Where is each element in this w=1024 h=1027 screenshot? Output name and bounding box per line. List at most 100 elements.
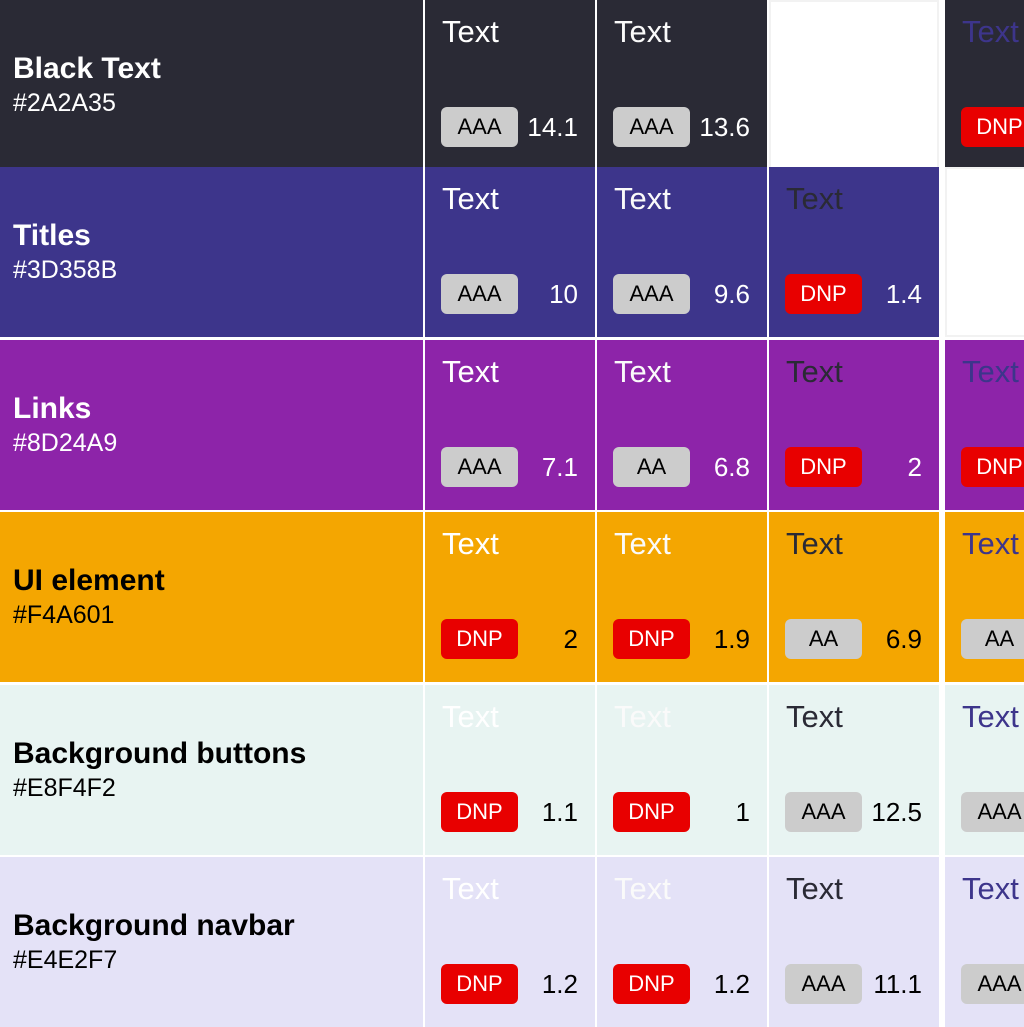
sample-text: Text xyxy=(442,181,499,216)
color-name: Background navbar xyxy=(13,909,295,942)
color-row: Links #8D24A9 Text AAA 7.1 Text AA 6.8 Text DNP 2 T… xyxy=(0,340,1024,510)
contrast-ratio: 11.1 xyxy=(873,969,922,999)
color-label-cell: UI element #F4A601 xyxy=(0,512,423,682)
color-row: UI element #F4A601 Text DNP 2 Text DNP 1.9 Text A… xyxy=(0,512,1024,682)
contrast-ratio: 1.1 xyxy=(541,797,578,827)
contrast-cell: Text DNP 1.9 xyxy=(597,512,767,682)
contrast-cell: Text AAA 12.5 xyxy=(769,685,939,855)
sample-text: Text xyxy=(442,699,499,734)
sample-text: Text xyxy=(614,699,671,734)
contrast-matrix: Black Text #2A2A35 Text AAA 14.1 Text AAA 13.6 T… xyxy=(0,0,1024,1027)
sample-text: Text xyxy=(786,354,843,389)
sample-text: Text xyxy=(442,871,499,906)
sample-text: Text xyxy=(962,699,1019,734)
contrast-cell: Text AAA 9.6 xyxy=(597,167,767,337)
sample-text: Text xyxy=(614,526,671,561)
rating-badge: DNP xyxy=(961,107,1024,147)
contrast-cell: Text DNP 1.1 xyxy=(425,685,595,855)
color-hex: #3D358B xyxy=(13,256,118,284)
contrast-cell: Text DNP 2 xyxy=(769,340,939,510)
rating-badge: DNP xyxy=(613,964,690,1004)
sample-text: Text xyxy=(442,14,499,49)
color-label-cell: Titles #3D358B xyxy=(0,167,423,337)
color-row: Background buttons #E8F4F2 Text DNP 1.1 Text D… xyxy=(0,685,1024,855)
rating-badge: DNP xyxy=(441,792,518,832)
sample-text: Text xyxy=(786,871,843,906)
rating-badge: AA xyxy=(613,447,690,487)
color-hex: #F4A601 xyxy=(13,601,115,629)
rating-badge: AAA xyxy=(961,792,1024,832)
contrast-ratio: 6.8 xyxy=(713,452,750,482)
rating-badge: AA xyxy=(961,619,1024,659)
contrast-ratio: 1.2 xyxy=(541,969,578,999)
contrast-cell: Text AAA xyxy=(945,857,1024,1027)
contrast-cell: Text AAA 11.1 xyxy=(769,857,939,1027)
rating-badge: DNP xyxy=(961,447,1024,487)
contrast-cell: Text AA 6.8 xyxy=(597,340,767,510)
contrast-cell: Text DNP 1 xyxy=(597,685,767,855)
sample-text: Text xyxy=(962,14,1019,49)
sample-text: Text xyxy=(614,871,671,906)
color-hex: #E8F4F2 xyxy=(13,774,116,802)
sample-text: Text xyxy=(614,354,671,389)
contrast-ratio: 13.6 xyxy=(699,112,750,142)
empty-cell xyxy=(945,167,1024,337)
contrast-ratio: 1.4 xyxy=(885,279,922,309)
rating-badge: AAA xyxy=(441,447,518,487)
rating-badge: DNP xyxy=(785,447,862,487)
sample-text: Text xyxy=(786,699,843,734)
rating-badge: DNP xyxy=(441,619,518,659)
contrast-cell: Text AAA 10 xyxy=(425,167,595,337)
contrast-ratio: 1 xyxy=(735,797,750,827)
rating-badge: AA xyxy=(785,619,862,659)
contrast-cell: Text AAA 14.1 xyxy=(425,0,595,170)
color-row: Titles #3D358B Text AAA 10 Text AAA 9.6 Text DNP 1… xyxy=(0,167,1024,337)
contrast-cell: Text AAA 13.6 xyxy=(597,0,767,170)
contrast-cell: Text AA 6.9 xyxy=(769,512,939,682)
color-hex: #E4E2F7 xyxy=(13,946,118,974)
contrast-cell: Text AA xyxy=(945,512,1024,682)
contrast-ratio: 1.2 xyxy=(713,969,750,999)
color-label-cell: Background navbar #E4E2F7 xyxy=(0,857,423,1027)
sample-text: Text xyxy=(962,526,1019,561)
contrast-cell: Text AAA xyxy=(945,685,1024,855)
color-label-cell: Background buttons #E8F4F2 xyxy=(0,685,423,855)
contrast-cell: Text DNP xyxy=(945,340,1024,510)
rating-badge: AAA xyxy=(785,964,862,1004)
rating-badge: DNP xyxy=(785,274,862,314)
rating-badge: DNP xyxy=(441,964,518,1004)
rating-badge: AAA xyxy=(441,107,518,147)
rating-badge: AAA xyxy=(441,274,518,314)
contrast-ratio: 2 xyxy=(907,452,922,482)
color-row: Background navbar #E4E2F7 Text DNP 1.2 Text DN… xyxy=(0,857,1024,1027)
sample-text: Text xyxy=(442,526,499,561)
rating-badge: AAA xyxy=(613,274,690,314)
rating-badge: DNP xyxy=(613,619,690,659)
color-hex: #2A2A35 xyxy=(13,89,116,117)
rating-badge: AAA xyxy=(613,107,690,147)
empty-cell xyxy=(769,0,939,170)
contrast-ratio: 7.1 xyxy=(541,452,578,482)
contrast-ratio: 6.9 xyxy=(885,624,922,654)
contrast-ratio: 2 xyxy=(563,624,578,654)
rating-badge: AAA xyxy=(961,964,1024,1004)
contrast-ratio: 9.6 xyxy=(713,279,750,309)
sample-text: Text xyxy=(614,181,671,216)
contrast-cell: Text DNP 1.2 xyxy=(425,857,595,1027)
contrast-ratio: 12.5 xyxy=(871,797,922,827)
sample-text: Text xyxy=(962,354,1019,389)
rating-badge: AAA xyxy=(785,792,862,832)
contrast-cell: Text DNP 1.4 xyxy=(769,167,939,337)
contrast-ratio: 1.9 xyxy=(713,624,750,654)
color-name: Titles xyxy=(13,219,91,252)
color-row: Black Text #2A2A35 Text AAA 14.1 Text AAA 13.6 T… xyxy=(0,0,1024,170)
color-hex: #8D24A9 xyxy=(13,429,118,457)
sample-text: Text xyxy=(786,181,843,216)
color-name: Black Text xyxy=(13,52,161,85)
contrast-cell: Text AAA 7.1 xyxy=(425,340,595,510)
sample-text: Text xyxy=(962,871,1019,906)
color-name: Background buttons xyxy=(13,737,307,770)
contrast-cell: Text DNP 2 xyxy=(425,512,595,682)
contrast-cell: Text DNP xyxy=(945,0,1024,170)
sample-text: Text xyxy=(786,526,843,561)
